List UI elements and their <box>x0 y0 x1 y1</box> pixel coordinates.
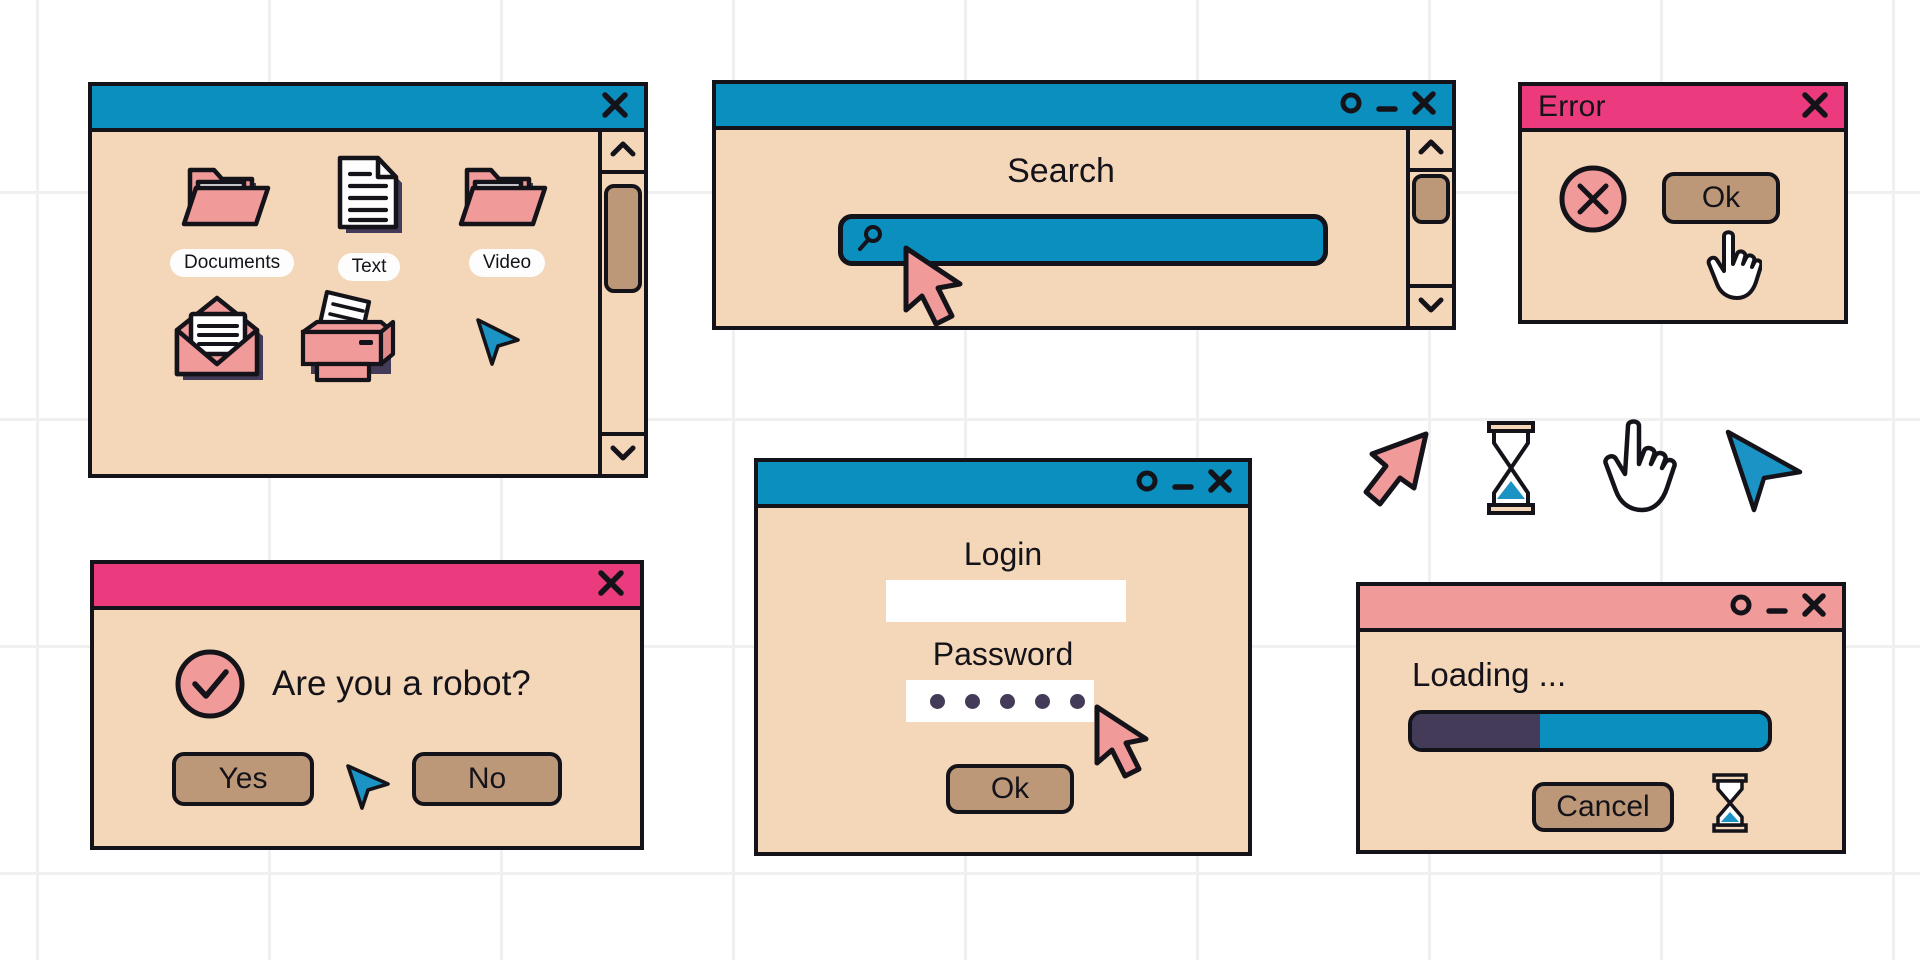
file-icon-video[interactable]: Video <box>452 156 562 277</box>
minimize-icon[interactable] <box>1170 468 1196 499</box>
search-heading: Search <box>1007 152 1115 190</box>
password-dot <box>1000 693 1015 709</box>
magnifier-icon <box>855 222 887 259</box>
error-ok-button[interactable]: Ok <box>1662 172 1780 224</box>
arrow-pink-cursor <box>1088 700 1158 787</box>
password-label: Password <box>932 636 1074 672</box>
close-icon[interactable] <box>1800 90 1830 125</box>
error-dialog[interactable]: Error Ok <box>1508 82 1848 334</box>
cursor-set <box>1352 418 1812 528</box>
search-body: Search <box>716 130 1452 327</box>
search-window[interactable]: Search <box>702 80 1456 340</box>
error-dialog-controls <box>1800 90 1830 125</box>
loading-body: Loading ... Cancel <box>1360 632 1842 850</box>
file-icon-text[interactable]: Text <box>314 152 424 281</box>
progress-bar-fill <box>1412 714 1541 748</box>
login-label: Login <box>963 536 1043 572</box>
file-explorer-scrollbar[interactable] <box>598 132 644 474</box>
file-icon-printer[interactable] <box>288 280 418 395</box>
chevron-down-icon <box>610 444 636 467</box>
file-explorer-window[interactable]: Documents Text Video <box>78 82 648 488</box>
scroll-up-button[interactable] <box>1410 130 1452 172</box>
hourglass-icon <box>1708 772 1752 839</box>
search-scrollbar[interactable] <box>1406 130 1452 326</box>
robot-dialog-controls <box>596 568 626 603</box>
arrow-pink-cursor <box>896 240 974 337</box>
file-icon-documents[interactable]: Documents <box>170 156 295 277</box>
login-body: Login Password Ok <box>758 508 1248 852</box>
loading-window[interactable]: Loading ... Cancel <box>1346 582 1846 864</box>
cancel-button[interactable]: Cancel <box>1532 782 1674 832</box>
error-titlebar[interactable]: Error <box>1522 86 1844 132</box>
chevron-down-icon <box>1418 296 1444 319</box>
close-icon[interactable] <box>1410 89 1438 122</box>
login-window[interactable]: Login Password Ok <box>744 458 1252 866</box>
robot-dialog-titlebar[interactable] <box>94 564 640 610</box>
loading-window-controls <box>1728 591 1828 624</box>
close-icon[interactable] <box>1206 467 1234 500</box>
file-icon-label: Video <box>468 249 546 277</box>
password-dot <box>930 693 945 709</box>
scroll-thumb[interactable] <box>604 184 642 293</box>
search-titlebar[interactable] <box>716 84 1452 130</box>
minimize-icon[interactable] <box>1764 592 1790 623</box>
password-masked-value <box>906 680 1094 722</box>
scroll-down-button[interactable] <box>1410 284 1452 326</box>
robot-dialog-body: Are you a robot? Yes No <box>94 610 640 846</box>
arrow-pink-cursor <box>1352 426 1436 527</box>
robot-dialog[interactable]: Are you a robot? Yes No <box>80 560 644 860</box>
password-dot <box>965 693 980 709</box>
hand-pointer-cursor <box>1702 228 1764 307</box>
login-window-controls <box>1134 467 1234 500</box>
file-icon-label: Text <box>337 253 401 281</box>
robot-dialog-message: Are you a robot? <box>272 664 531 703</box>
maximize-icon[interactable] <box>1338 90 1364 121</box>
no-button[interactable]: No <box>412 752 562 806</box>
scroll-thumb[interactable] <box>1412 174 1450 224</box>
scroll-track[interactable] <box>602 174 644 432</box>
password-dot <box>1070 693 1085 709</box>
yes-button[interactable]: Yes <box>172 752 314 806</box>
scroll-down-button[interactable] <box>602 432 644 474</box>
loading-titlebar[interactable] <box>1360 586 1842 632</box>
close-icon[interactable] <box>600 90 630 125</box>
error-dialog-title: Error <box>1538 90 1606 123</box>
file-icon-mail[interactable] <box>162 290 282 395</box>
password-dot <box>1035 693 1050 709</box>
hand-pointer-cursor <box>1600 418 1678 523</box>
scroll-track[interactable] <box>1410 172 1452 284</box>
maximize-icon[interactable] <box>1134 468 1160 499</box>
error-circle-x-icon <box>1556 162 1630 241</box>
mail-icon <box>167 295 277 394</box>
login-input[interactable] <box>886 580 1126 622</box>
file-explorer-titlebar[interactable] <box>92 86 644 132</box>
maximize-icon[interactable] <box>1728 592 1754 623</box>
password-input[interactable] <box>906 680 1094 722</box>
folder-icon <box>457 167 557 242</box>
progress-bar <box>1408 710 1772 752</box>
chevron-up-icon <box>610 140 636 163</box>
error-dialog-body: Ok <box>1522 132 1844 320</box>
close-icon[interactable] <box>1800 591 1828 624</box>
folder-icon <box>180 167 280 242</box>
document-icon <box>326 155 412 246</box>
file-explorer-controls <box>600 90 630 125</box>
arrow-blue-cursor <box>340 756 396 817</box>
loading-status-text: Loading ... <box>1412 656 1567 693</box>
login-titlebar[interactable] <box>758 462 1248 508</box>
close-icon[interactable] <box>596 568 626 603</box>
scroll-up-button[interactable] <box>602 132 644 174</box>
printer-icon <box>293 289 413 394</box>
arrow-blue-cursor <box>472 314 524 375</box>
chevron-up-icon <box>1418 138 1444 161</box>
hourglass-icon <box>1480 418 1542 523</box>
login-ok-button[interactable]: Ok <box>946 764 1074 814</box>
check-circle-icon <box>172 646 248 727</box>
canvas: Documents Text Video Search Error Ok Are… <box>0 0 1920 960</box>
minimize-icon[interactable] <box>1374 90 1400 121</box>
search-window-controls <box>1338 89 1438 122</box>
arrow-blue-cursor <box>1720 424 1808 521</box>
file-icon-label: Documents <box>170 249 295 277</box>
file-explorer-body: Documents Text Video <box>92 132 644 474</box>
